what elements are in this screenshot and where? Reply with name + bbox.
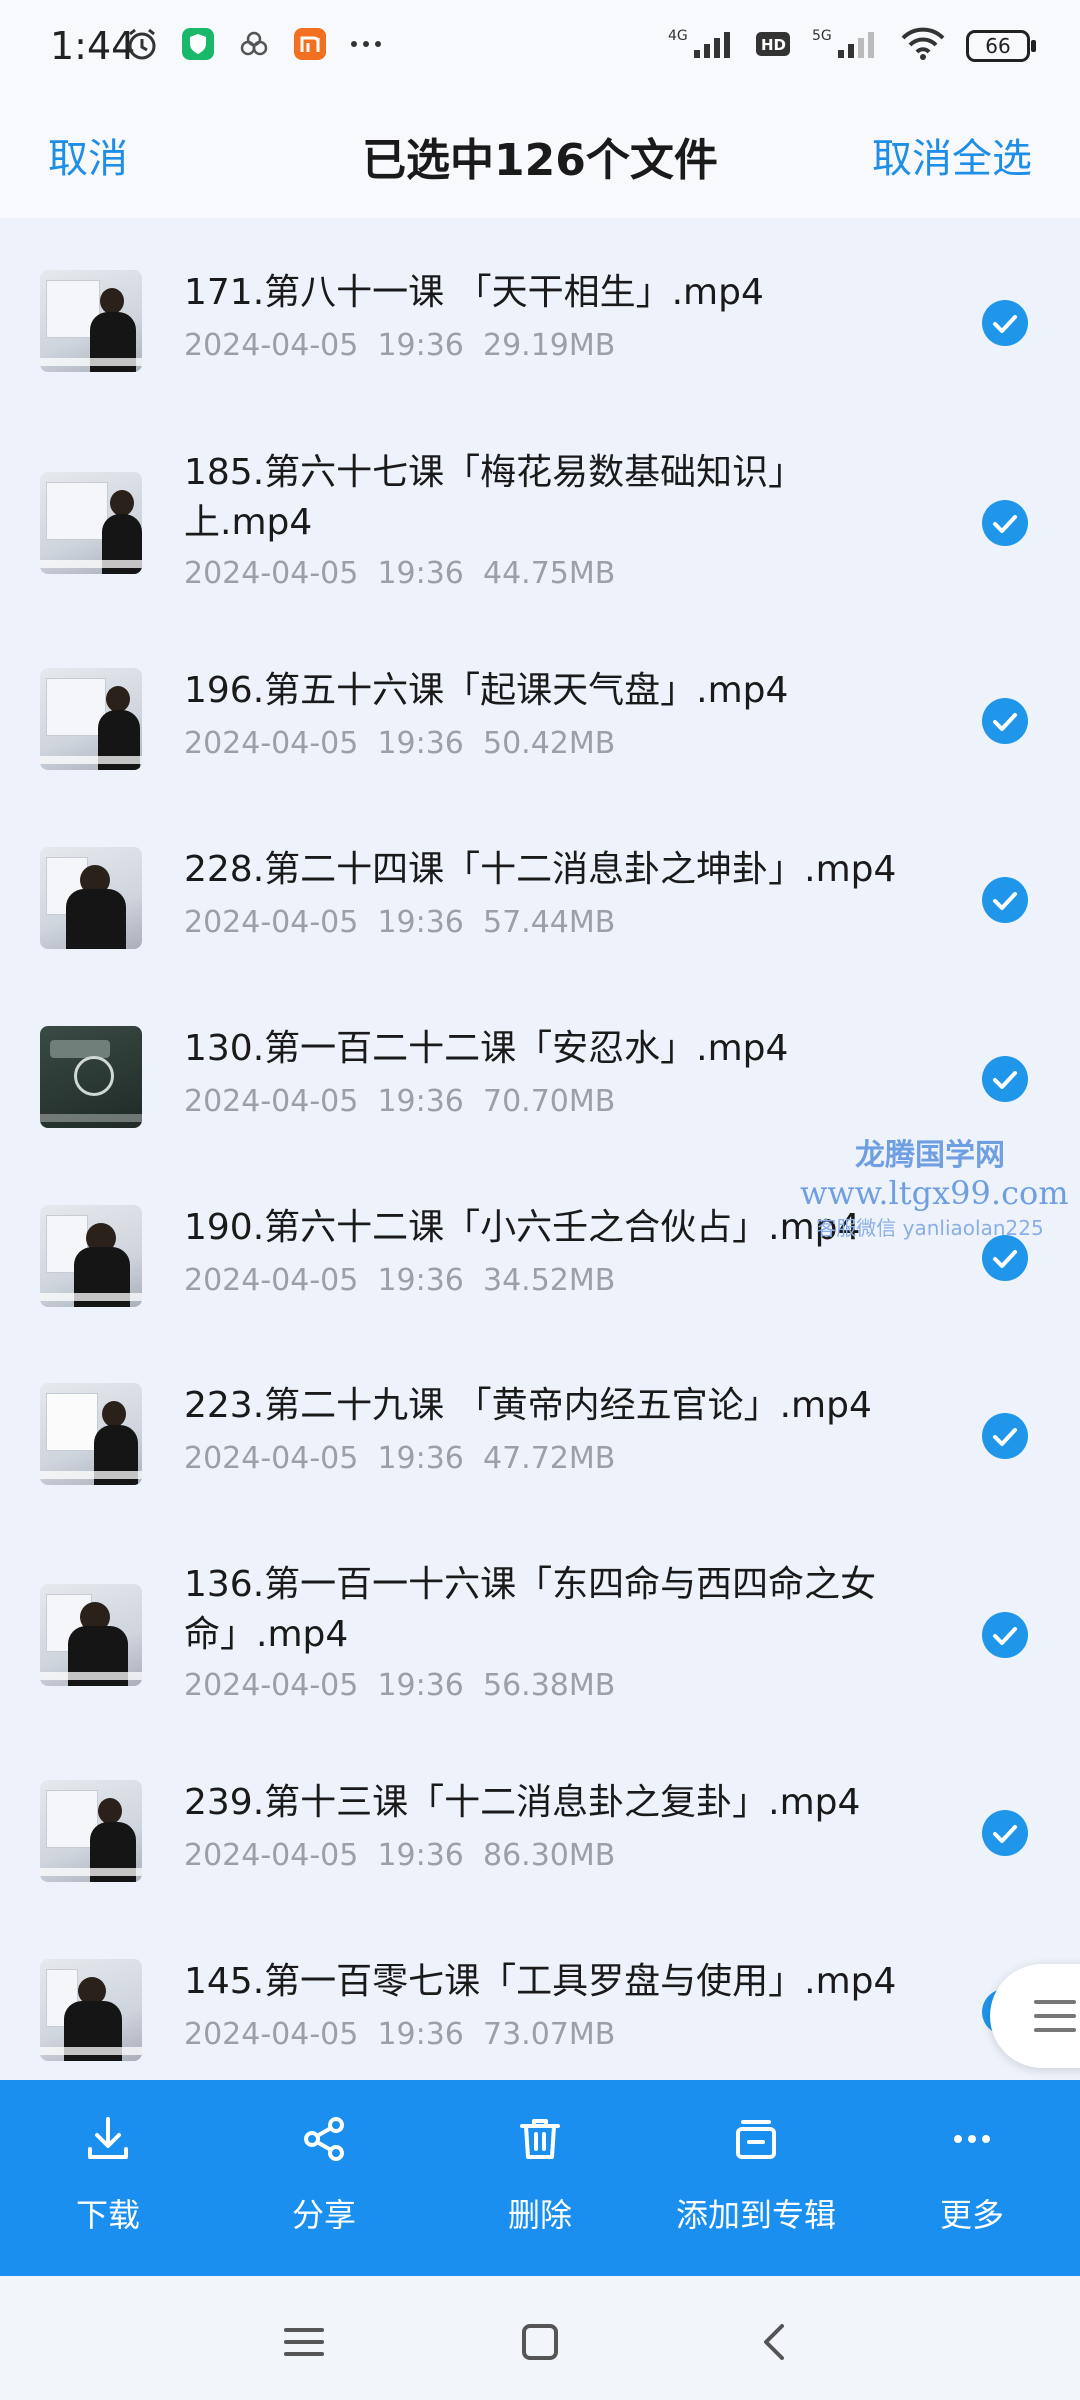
checkbox-checked[interactable] (982, 1056, 1028, 1102)
file-meta: 2024-04-05 19:36 70.70MB (184, 1084, 616, 1119)
recent-apps-button[interactable] (274, 2312, 334, 2372)
checkbox-checked[interactable] (982, 698, 1028, 744)
add-to-album-label: 添加到专辑 (675, 2196, 836, 2234)
file-name: 136.第一百一十六课「东四命与西四命之女命」.mp4 (184, 1564, 877, 1655)
watermark-url: www.ltgx99.com (800, 1174, 1069, 1212)
list-item[interactable]: 223.第二十九课 「黄帝内经五官论」.mp4 2024-04-05 19:36… (0, 1381, 1080, 1531)
trash-icon (440, 2110, 640, 2168)
checkbox-checked[interactable] (982, 1235, 1028, 1281)
cloud-app-icon (236, 26, 272, 62)
video-thumbnail (40, 668, 142, 770)
file-name: 196.第五十六课「起课天气盘」.mp4 (184, 670, 789, 711)
watermark: 龙腾国学网 www.ltgx99.com 客服微信 yanliaolan225 (800, 1130, 1069, 1241)
delete-button[interactable]: 删除 (440, 2110, 640, 2236)
file-meta: 2024-04-05 19:36 73.07MB (184, 2017, 616, 2052)
video-thumbnail (40, 1026, 142, 1128)
add-to-album-button[interactable]: 添加到专辑 (656, 2110, 856, 2236)
checkbox-checked[interactable] (982, 300, 1028, 346)
more-notifications-icon (348, 26, 384, 62)
video-thumbnail (40, 472, 142, 574)
security-app-icon (180, 26, 216, 62)
file-name: 239.第十三课「十二消息卦之复卦」.mp4 (184, 1782, 861, 1823)
hd-icon: HD (756, 30, 790, 62)
file-name: 185.第六十七课「梅花易数基础知识」上.mp4 (184, 452, 805, 543)
file-meta: 2024-04-05 19:36 34.52MB (184, 1263, 616, 1298)
file-meta: 2024-04-05 19:36 57.44MB (184, 905, 616, 940)
delete-label: 删除 (507, 2196, 572, 2234)
battery-icon: 66 (966, 30, 1036, 62)
file-meta: 2024-04-05 19:36 56.38MB (184, 1668, 616, 1703)
menu-lines-icon (284, 2328, 324, 2356)
more-label: 更多 (939, 2196, 1004, 2234)
more-icon (872, 2110, 1072, 2168)
file-name: 130.第一百二十二课「安忍水」.mp4 (184, 1028, 789, 1069)
status-time: 1:44 (50, 24, 136, 68)
menu-icon (1034, 2000, 1076, 2004)
checkbox-checked[interactable] (982, 500, 1028, 546)
deselect-all-button[interactable]: 取消全选 (872, 126, 1032, 184)
file-name: 171.第八十一课 「天干相生」.mp4 (184, 272, 764, 313)
video-thumbnail (40, 1383, 142, 1485)
action-bar: 下载 分享 删除 添加到专辑 更多 (0, 2080, 1080, 2276)
watermark-contact: 客服微信 yanliaolan225 (816, 1216, 1044, 1240)
checkbox-checked[interactable] (982, 877, 1028, 923)
list-item[interactable]: 185.第六十七课「梅花易数基础知识」上.mp4 2024-04-05 19:3… (0, 448, 1080, 638)
file-meta: 2024-04-05 19:36 29.19MB (184, 328, 616, 363)
list-item[interactable]: 228.第二十四课「十二消息卦之坤卦」.mp4 2024-04-05 19:36… (0, 845, 1080, 995)
file-meta: 2024-04-05 19:36 44.75MB (184, 556, 616, 591)
download-icon (8, 2110, 208, 2168)
back-chevron-icon (764, 2324, 784, 2360)
status-left-icons (124, 26, 384, 62)
file-meta: 2024-04-05 19:36 47.72MB (184, 1441, 616, 1476)
list-item[interactable]: 196.第五十六课「起课天气盘」.mp4 2024-04-05 19:36 50… (0, 666, 1080, 816)
home-button[interactable] (510, 2312, 570, 2372)
status-bar: 1:44 4G HD 5G 66 (0, 0, 1080, 98)
more-button[interactable]: 更多 (872, 2110, 1072, 2236)
video-thumbnail (40, 270, 142, 372)
video-thumbnail (40, 1584, 142, 1686)
alarm-icon (124, 26, 160, 62)
home-square-icon (522, 2324, 558, 2360)
video-thumbnail (40, 847, 142, 949)
file-meta: 2024-04-05 19:36 86.30MB (184, 1838, 616, 1873)
list-item[interactable]: 171.第八十一课 「天干相生」.mp4 2024-04-05 19:36 29… (0, 268, 1080, 418)
checkbox-checked[interactable] (982, 1810, 1028, 1856)
status-right-icons: 4G HD 5G 66 (666, 26, 1036, 66)
file-name: 223.第二十九课 「黄帝内经五官论」.mp4 (184, 1385, 872, 1426)
album-add-icon (656, 2110, 856, 2168)
checkbox-checked[interactable] (982, 1612, 1028, 1658)
file-selection-screen: 1:44 4G HD 5G 66 取消 已选中126个文件 取消全选 171.第… (0, 0, 1080, 2400)
selection-header: 取消 已选中126个文件 取消全选 (0, 98, 1080, 218)
file-name: 145.第一百零七课「工具罗盘与使用」.mp4 (184, 1961, 897, 2002)
video-thumbnail (40, 1205, 142, 1307)
mi-app-icon (292, 26, 328, 62)
share-icon (224, 2110, 424, 2168)
back-button[interactable] (746, 2312, 806, 2372)
svg-text:4G: 4G (668, 28, 688, 44)
signal-4g-icon: 4G (666, 26, 736, 66)
signal-5g-icon: 5G (810, 26, 880, 66)
list-item[interactable]: 239.第十三课「十二消息卦之复卦」.mp4 2024-04-05 19:36 … (0, 1778, 1080, 1928)
file-meta: 2024-04-05 19:36 50.42MB (184, 726, 616, 761)
svg-text:HD: HD (761, 36, 786, 54)
list-item[interactable]: 136.第一百一十六课「东四命与西四命之女命」.mp4 2024-04-05 1… (0, 1560, 1080, 1750)
share-label: 分享 (291, 2196, 356, 2234)
share-button[interactable]: 分享 (224, 2110, 424, 2236)
list-item[interactable]: 145.第一百零七课「工具罗盘与使用」.mp4 2024-04-05 19:36… (0, 1957, 1080, 2080)
video-thumbnail (40, 1959, 142, 2061)
file-name: 228.第二十四课「十二消息卦之坤卦」.mp4 (184, 849, 897, 890)
wifi-icon (900, 26, 946, 66)
svg-text:5G: 5G (812, 28, 832, 44)
watermark-title: 龙腾国学网 (855, 1138, 1005, 1173)
system-nav-bar (0, 2276, 1080, 2400)
checkbox-checked[interactable] (982, 1413, 1028, 1459)
download-button[interactable]: 下载 (8, 2110, 208, 2236)
download-label: 下载 (75, 2196, 140, 2234)
video-thumbnail (40, 1780, 142, 1882)
